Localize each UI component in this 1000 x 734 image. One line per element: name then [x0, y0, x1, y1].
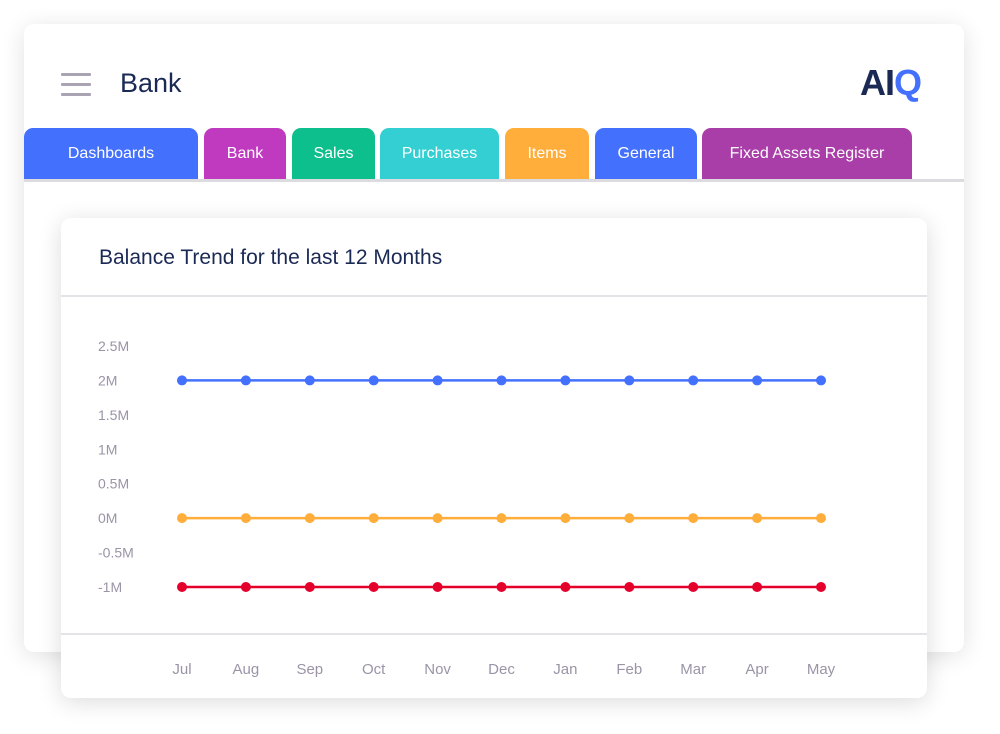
- x-tick-label: May: [807, 661, 836, 678]
- tab-sales[interactable]: Sales: [292, 128, 375, 179]
- data-point[interactable]: [368, 513, 379, 524]
- y-tick-label: 0M: [98, 510, 117, 526]
- x-tick-label: Nov: [424, 661, 451, 678]
- data-point[interactable]: [496, 375, 507, 386]
- data-point[interactable]: [688, 375, 699, 386]
- x-tick-label: Mar: [680, 661, 706, 678]
- data-point[interactable]: [432, 582, 443, 592]
- data-point[interactable]: [177, 513, 187, 524]
- data-point[interactable]: [624, 375, 635, 386]
- x-tick-label: Dec: [488, 661, 515, 678]
- tab-general[interactable]: General: [595, 128, 697, 179]
- data-point[interactable]: [304, 375, 315, 386]
- balance-trend-chart: 2.5M 2M 1.5M 1M 0.5M 0M -0.5M -1M Jul Aug Sep Oct No…: [98, 338, 836, 678]
- data-point[interactable]: [432, 375, 443, 386]
- data-point[interactable]: [752, 513, 763, 524]
- data-point[interactable]: [240, 513, 251, 524]
- aiq-logo: AIQ: [860, 62, 922, 103]
- balance-trend-card: Balance Trend for the last 12 Months 2.5…: [61, 218, 927, 698]
- page-title: Bank: [120, 68, 182, 98]
- y-tick-label: 2.5M: [98, 338, 129, 354]
- y-tick-label: 1.5M: [98, 407, 129, 423]
- data-point[interactable]: [177, 582, 187, 592]
- x-tick-label: Apr: [745, 661, 768, 678]
- data-point[interactable]: [496, 513, 507, 524]
- data-point[interactable]: [304, 513, 315, 524]
- y-tick-label: 1M: [98, 441, 117, 457]
- tab-fixed-assets-register[interactable]: Fixed Assets Register: [702, 128, 912, 179]
- data-point[interactable]: [177, 375, 187, 386]
- data-point[interactable]: [304, 582, 315, 592]
- x-tick-label: Sep: [296, 661, 323, 678]
- y-tick-label: -0.5M: [98, 545, 134, 561]
- x-tick-label: Jul: [172, 661, 191, 678]
- data-point[interactable]: [816, 513, 826, 524]
- tab-dashboards[interactable]: Dashboards: [24, 128, 198, 179]
- data-point[interactable]: [368, 582, 379, 592]
- data-point[interactable]: [240, 582, 251, 592]
- x-tick-label: Aug: [233, 661, 260, 678]
- x-tick-label: Jan: [553, 661, 577, 678]
- tab-bank[interactable]: Bank: [204, 128, 286, 179]
- x-tick-label: Feb: [616, 661, 642, 678]
- y-tick-label: 0.5M: [98, 476, 129, 492]
- data-point[interactable]: [624, 582, 635, 592]
- data-point[interactable]: [368, 375, 379, 386]
- data-point[interactable]: [560, 513, 571, 524]
- data-point[interactable]: [816, 375, 826, 386]
- data-point[interactable]: [816, 582, 826, 592]
- data-point[interactable]: [560, 582, 571, 592]
- y-tick-label: 2M: [98, 372, 117, 388]
- data-point[interactable]: [432, 513, 443, 524]
- data-point[interactable]: [752, 582, 763, 592]
- x-tick-label: Oct: [362, 661, 386, 678]
- tab-divider: [24, 179, 964, 182]
- data-point[interactable]: [624, 513, 635, 524]
- hamburger-menu-icon[interactable]: [61, 73, 91, 103]
- tab-items[interactable]: Items: [505, 128, 589, 179]
- tab-purchases[interactable]: Purchases: [380, 128, 499, 179]
- y-tick-label: -1M: [98, 579, 122, 595]
- data-point[interactable]: [688, 513, 699, 524]
- data-point[interactable]: [496, 582, 507, 592]
- data-point[interactable]: [752, 375, 763, 386]
- data-point[interactable]: [688, 582, 699, 592]
- data-point[interactable]: [240, 375, 251, 386]
- data-point[interactable]: [560, 375, 571, 386]
